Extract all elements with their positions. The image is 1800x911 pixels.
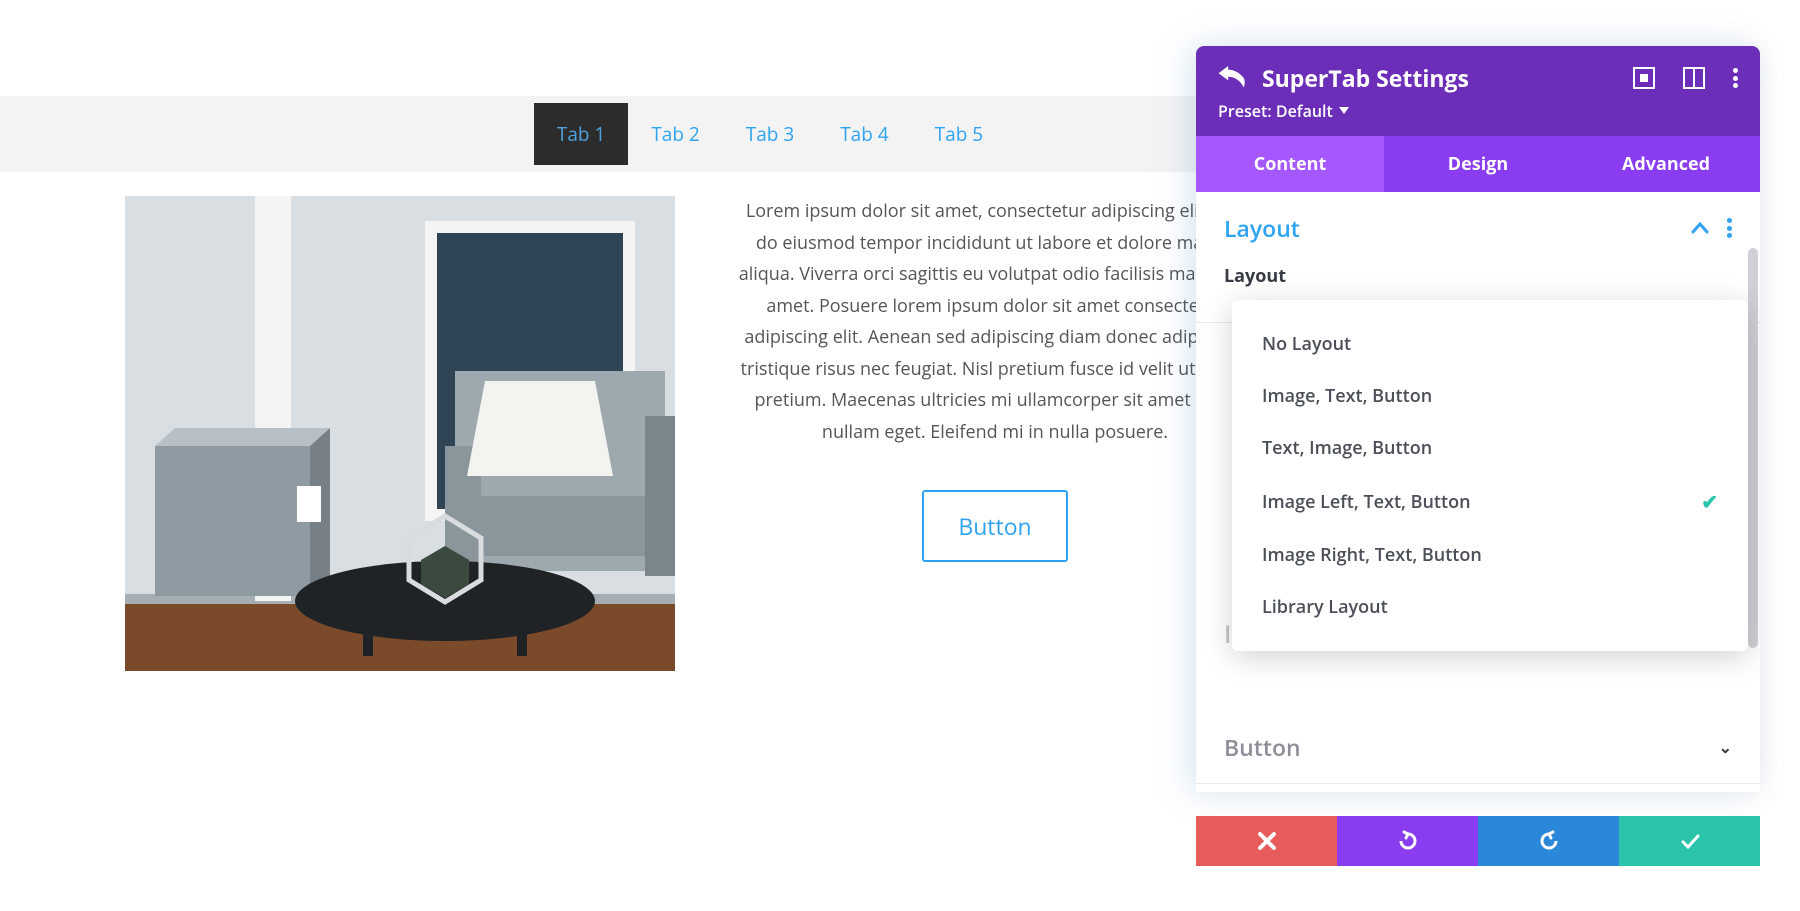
panel-tab-advanced[interactable]: Advanced xyxy=(1572,136,1760,192)
undo-button[interactable] xyxy=(1337,816,1478,866)
chevron-up-icon xyxy=(1691,221,1709,235)
panel-tab-content[interactable]: Content xyxy=(1196,136,1384,192)
tab-item[interactable]: Tab 3 xyxy=(723,103,817,165)
layout-dropdown: No Layout Image, Text, Button Text, Imag… xyxy=(1232,300,1748,651)
redo-icon xyxy=(1538,830,1560,852)
cancel-button[interactable] xyxy=(1196,816,1337,866)
scrollbar[interactable] xyxy=(1748,248,1758,648)
content-image xyxy=(125,196,675,671)
tab-item[interactable]: Tab 1 xyxy=(534,103,628,165)
panel-title: SuperTab Settings xyxy=(1262,62,1605,94)
preset-selector[interactable]: Preset: Default xyxy=(1218,100,1738,122)
preset-label: Preset: Default xyxy=(1218,100,1333,122)
section-more-icon[interactable] xyxy=(1727,218,1732,238)
tab-content: Lorem ipsum dolor sit amet, consectetur … xyxy=(125,196,1255,671)
field-label-layout: Layout xyxy=(1224,264,1732,288)
expand-icon[interactable] xyxy=(1633,67,1655,89)
layout-option[interactable]: Library Layout xyxy=(1232,581,1748,633)
content-button[interactable]: Button xyxy=(922,490,1067,562)
tab-item[interactable]: Tab 4 xyxy=(817,103,911,165)
layout-icon[interactable] xyxy=(1683,67,1705,89)
more-icon[interactable] xyxy=(1733,68,1738,88)
layout-option[interactable]: No Layout xyxy=(1232,318,1748,370)
back-icon[interactable] xyxy=(1218,66,1248,90)
close-icon xyxy=(1256,830,1278,852)
section-title: Button xyxy=(1224,731,1719,763)
panel-header: SuperTab Settings Preset: Default xyxy=(1196,46,1760,136)
layout-option[interactable]: Image Right, Text, Button xyxy=(1232,529,1748,581)
undo-icon xyxy=(1397,830,1419,852)
room-illustration xyxy=(125,196,675,671)
check-icon: ✔ xyxy=(1701,488,1718,515)
panel-tab-design[interactable]: Design xyxy=(1384,136,1572,192)
settings-panel: SuperTab Settings Preset: Default Conten… xyxy=(1196,46,1760,792)
layout-option[interactable]: Image Left, Text, Button✔ xyxy=(1232,474,1748,529)
section-title: Layout xyxy=(1224,212,1691,244)
section-button-header[interactable]: Button ⌄ xyxy=(1196,711,1760,783)
content-paragraph: Lorem ipsum dolor sit amet, consectetur … xyxy=(735,196,1255,448)
section-link-header[interactable]: Link ⌄ xyxy=(1196,784,1760,792)
panel-body: Layout Layout Image Button ⌄ Link ⌄ No L… xyxy=(1196,192,1760,792)
chevron-down-icon: ⌄ xyxy=(1719,736,1732,758)
panel-tabs: Content Design Advanced xyxy=(1196,136,1760,192)
save-button[interactable] xyxy=(1619,816,1760,866)
layout-option[interactable]: Image, Text, Button xyxy=(1232,370,1748,422)
caret-down-icon xyxy=(1339,107,1349,115)
redo-button[interactable] xyxy=(1478,816,1619,866)
layout-option[interactable]: Text, Image, Button xyxy=(1232,422,1748,474)
tab-item[interactable]: Tab 2 xyxy=(628,103,722,165)
tab-item[interactable]: Tab 5 xyxy=(912,103,1006,165)
panel-footer xyxy=(1196,816,1760,866)
check-icon xyxy=(1679,830,1701,852)
section-layout-header[interactable]: Layout xyxy=(1196,192,1760,264)
